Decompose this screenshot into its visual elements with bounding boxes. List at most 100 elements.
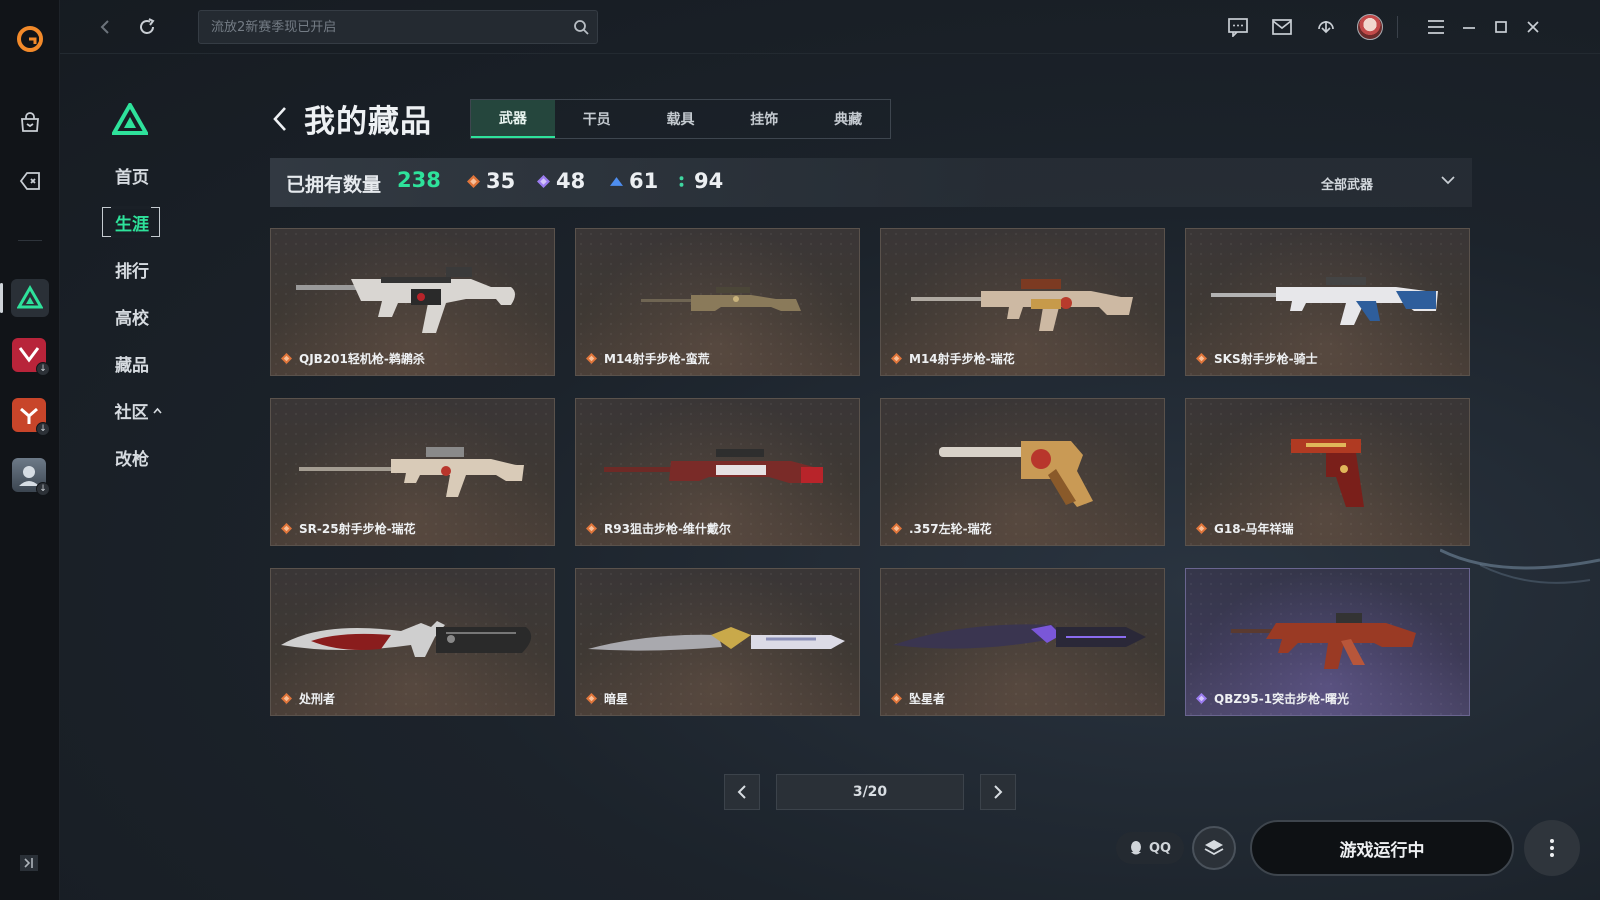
chevron-down-icon bbox=[1441, 176, 1455, 185]
item-card[interactable]: SKS射手步枪-骑士 bbox=[1185, 228, 1470, 376]
game-delta-force-icon[interactable] bbox=[11, 279, 49, 317]
rarity-count-blue: 61 bbox=[610, 169, 658, 193]
diamond-orange-icon bbox=[281, 523, 292, 534]
close-icon[interactable] bbox=[1520, 14, 1546, 40]
more-vertical-icon bbox=[1550, 839, 1554, 857]
rarity-count-blue-value: 61 bbox=[629, 169, 659, 193]
nav-item-colleges[interactable]: 高校 bbox=[102, 302, 162, 330]
nav-item-ranking[interactable]: 排行 bbox=[102, 255, 162, 283]
launch-game-button[interactable]: 游戏运行中 bbox=[1250, 820, 1514, 876]
chat-icon[interactable] bbox=[1225, 14, 1251, 40]
knife-icon bbox=[893, 624, 1146, 649]
game-app-red-icon[interactable]: ↓ bbox=[12, 398, 50, 436]
prev-page-button[interactable] bbox=[724, 774, 760, 810]
tab-vehicles[interactable]: 载具 bbox=[639, 100, 723, 138]
weapon-rifle-icon bbox=[1211, 277, 1438, 325]
back-arrow-icon[interactable] bbox=[272, 99, 296, 139]
item-card[interactable]: R93狙击步枪-维什戴尔 bbox=[575, 398, 860, 546]
search-input[interactable] bbox=[199, 11, 559, 43]
item-card[interactable]: 处刑者 bbox=[270, 568, 555, 716]
chevron-left-icon bbox=[737, 785, 746, 799]
diamond-orange-icon bbox=[467, 174, 480, 188]
rarity-count-purple: 48 bbox=[537, 169, 585, 193]
item-name-label: 暗星 bbox=[604, 692, 629, 706]
game-tag-icon[interactable] bbox=[11, 162, 49, 200]
item-card[interactable]: QBZ95-1突击步枪-曙光 bbox=[1185, 568, 1470, 716]
chevron-right-icon bbox=[994, 785, 1003, 799]
qq-login-button[interactable]: QQ bbox=[1116, 832, 1184, 864]
item-name: M14射手步枪-蛮荒 bbox=[586, 350, 710, 367]
minimize-icon[interactable] bbox=[1456, 14, 1482, 40]
item-card[interactable]: 坠星者 bbox=[880, 568, 1165, 716]
nav-item-collection[interactable]: 藏品 bbox=[102, 349, 162, 377]
tab-archive[interactable]: 典藏 bbox=[806, 100, 890, 138]
item-name-label: R93狙击步枪-维什戴尔 bbox=[604, 522, 731, 536]
collection-tabs: 武器 干员 载具 挂饰 典藏 bbox=[470, 99, 891, 139]
item-name: 坠星者 bbox=[891, 690, 945, 707]
diamond-orange-icon bbox=[586, 693, 597, 704]
item-card[interactable]: 暗星 bbox=[575, 568, 860, 716]
item-name: SKS射手步枪-骑士 bbox=[1196, 350, 1318, 367]
item-name-label: SKS射手步枪-骑士 bbox=[1214, 352, 1318, 366]
item-name-label: G18-马年祥瑞 bbox=[1214, 522, 1294, 536]
expand-sidebar-icon[interactable] bbox=[18, 852, 40, 878]
mail-icon[interactable] bbox=[1269, 14, 1295, 40]
game-app-grey-icon[interactable]: ↓ bbox=[12, 458, 50, 496]
layers-icon bbox=[1204, 840, 1224, 856]
item-card[interactable]: M14射手步枪-蛮荒 bbox=[575, 228, 860, 376]
diamond-green-icon bbox=[679, 175, 684, 187]
nav-item-community[interactable]: 社区 bbox=[102, 396, 174, 424]
rarity-count-orange: 35 bbox=[467, 169, 515, 193]
item-name-label: SR-25射手步枪-瑞花 bbox=[299, 522, 416, 536]
app-logo-icon[interactable] bbox=[11, 20, 49, 58]
weapon-lmg-icon bbox=[296, 267, 515, 333]
weapon-rifle-icon bbox=[641, 287, 801, 311]
search-icon[interactable] bbox=[573, 19, 589, 39]
tab-charms[interactable]: 挂饰 bbox=[722, 100, 806, 138]
download-manager-icon[interactable] bbox=[1313, 14, 1339, 40]
layers-button[interactable] bbox=[1192, 826, 1236, 870]
diamond-blue-icon bbox=[610, 176, 623, 186]
rarity-count-green: 94 bbox=[675, 169, 723, 193]
diamond-purple-icon bbox=[537, 174, 550, 188]
nav-item-home[interactable]: 首页 bbox=[102, 161, 162, 189]
game-valorant-icon[interactable]: ↓ bbox=[12, 338, 50, 376]
weapon-filter-dropdown[interactable]: 全部武器 bbox=[1321, 172, 1456, 194]
diamond-orange-icon bbox=[1196, 353, 1207, 364]
back-nav-icon[interactable] bbox=[92, 14, 118, 40]
item-name: QJB201轻机枪-鹈鹕杀 bbox=[281, 350, 425, 367]
item-name-label: 处刑者 bbox=[299, 692, 336, 706]
item-name-label: QJB201轻机枪-鹈鹕杀 bbox=[299, 352, 425, 366]
user-avatar[interactable] bbox=[1357, 14, 1383, 40]
item-card[interactable]: QJB201轻机枪-鹈鹕杀 bbox=[270, 228, 555, 376]
item-card[interactable]: G18-马年祥瑞 bbox=[1185, 398, 1470, 546]
next-page-button[interactable] bbox=[980, 774, 1016, 810]
tab-operators[interactable]: 干员 bbox=[555, 100, 639, 138]
store-bag-icon[interactable] bbox=[11, 104, 49, 142]
knife-icon bbox=[588, 627, 845, 651]
rarity-count-orange-value: 35 bbox=[486, 169, 516, 193]
more-options-button[interactable] bbox=[1524, 820, 1580, 876]
item-name: G18-马年祥瑞 bbox=[1196, 520, 1294, 537]
page-indicator: 3/20 bbox=[776, 774, 964, 810]
rail-active-indicator bbox=[0, 283, 3, 313]
diamond-orange-icon bbox=[281, 353, 292, 364]
item-card[interactable]: SR-25射手步枪-瑞花 bbox=[270, 398, 555, 546]
refresh-icon[interactable] bbox=[134, 14, 160, 40]
menu-icon[interactable] bbox=[1423, 14, 1449, 40]
nav-item-gun-mod[interactable]: 改枪 bbox=[102, 443, 162, 471]
tab-weapons[interactable]: 武器 bbox=[471, 100, 555, 138]
item-name-label: M14射手步枪-瑞花 bbox=[909, 352, 1015, 366]
knife-icon bbox=[281, 621, 532, 657]
diamond-orange-icon bbox=[891, 353, 902, 364]
weapon-rifle-icon bbox=[911, 279, 1133, 331]
item-card[interactable]: .357左轮-瑞花 bbox=[880, 398, 1165, 546]
download-badge-icon: ↓ bbox=[36, 422, 50, 436]
maximize-icon[interactable] bbox=[1488, 14, 1514, 40]
item-card[interactable]: M14射手步枪-瑞花 bbox=[880, 228, 1165, 376]
item-name-label: .357左轮-瑞花 bbox=[909, 522, 992, 536]
nav-item-career[interactable]: 生涯 bbox=[102, 208, 162, 236]
diamond-orange-icon bbox=[586, 523, 597, 534]
item-name-label: QBZ95-1突击步枪-曙光 bbox=[1214, 692, 1350, 706]
weapon-revolver-icon bbox=[939, 441, 1093, 507]
